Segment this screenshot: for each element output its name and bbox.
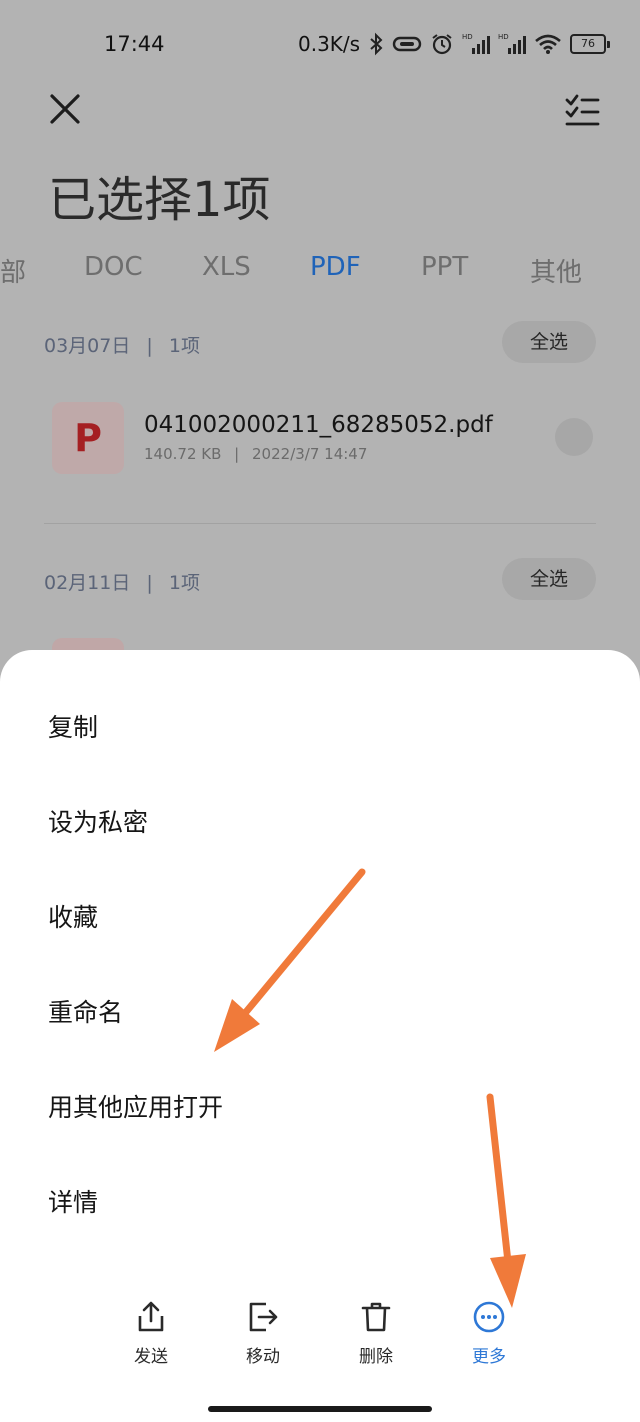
menu-item-rename[interactable]: 重命名 [48,993,123,1029]
tab-ppt[interactable]: PPT [421,252,468,282]
file-modified: 2022/3/7 14:47 [252,445,368,463]
group-header: 03月07日 | 1项 [44,335,200,357]
more-button[interactable]: 更多 [449,1300,529,1367]
pdf-file-icon: P [52,402,124,474]
delete-button[interactable]: 删除 [336,1300,416,1367]
status-icons: HD HD 76 [368,30,610,58]
file-select-checkbox[interactable] [555,418,593,456]
tab-xls[interactable]: XLS [202,252,251,282]
file-size: 140.72 KB [144,445,222,463]
tab-pdf[interactable]: PDF [310,252,361,282]
file-type-tabs: 部 DOC XLS PDF PPT 其他 [0,252,640,296]
svg-text:HD: HD [462,33,473,41]
more-icon [473,1301,505,1333]
status-time: 17:44 [104,32,165,56]
menu-item-set-private[interactable]: 设为私密 [48,803,148,839]
menu-item-details[interactable]: 详情 [48,1183,98,1219]
svg-text:HD: HD [498,33,509,41]
alarm-icon [432,34,452,55]
select-all-button[interactable]: 全选 [502,321,596,363]
menu-item-open-with[interactable]: 用其他应用打开 [48,1088,223,1124]
move-button[interactable]: 移动 [223,1300,303,1367]
file-name: 041002000211_68285052.pdf [144,412,493,438]
tab-other[interactable]: 其他 [530,252,582,289]
menu-item-favorite[interactable]: 收藏 [48,898,98,934]
send-button[interactable]: 发送 [111,1300,191,1367]
group-date: 03月07日 [44,335,131,357]
page-title: 已选择1项 [48,172,271,228]
file-list-item[interactable]: P 041002000211_68285052.pdf 140.72 KB | … [0,392,640,492]
network-speed: 0.3K/s [298,32,361,56]
status-bar: 17:44 0.3K/s HD HD 76 [0,0,640,90]
select-all-button[interactable]: 全选 [502,558,596,600]
wifi-icon [535,34,561,54]
select-all-icon[interactable] [562,90,602,130]
group-header: 02月11日 | 1项 [44,572,200,594]
vibrate-icon [392,36,422,52]
trash-icon [361,1302,391,1332]
battery-level: 76 [570,34,606,54]
home-indicator[interactable] [208,1406,432,1412]
file-meta: 140.72 KB | 2022/3/7 14:47 [144,445,368,463]
signal-icon-2: HD [498,33,526,54]
signal-icon: HD [462,33,490,54]
group-count: 1项 [168,572,200,594]
menu-item-copy[interactable]: 复制 [48,708,98,744]
close-icon[interactable] [44,88,86,130]
bluetooth-icon [370,32,383,56]
tab-doc[interactable]: DOC [84,252,143,282]
action-bar: 发送 移动 删除 更多 [0,1300,640,1370]
share-icon [138,1301,164,1332]
move-icon [249,1302,278,1332]
group-date: 02月11日 [44,572,131,594]
divider [44,523,596,524]
tab-all[interactable]: 部 [0,252,26,289]
group-count: 1项 [168,335,200,357]
battery-icon: 76 [570,34,610,54]
